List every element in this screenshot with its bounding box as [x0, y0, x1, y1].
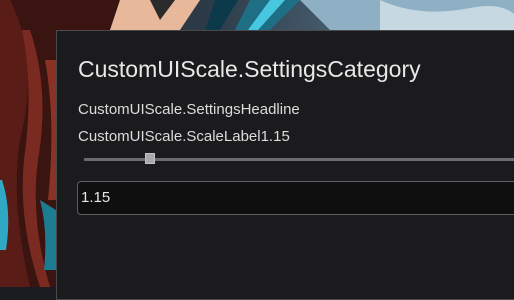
- scale-label: CustomUIScale.ScaleLabel1.15: [78, 128, 290, 145]
- ui-scale-slider[interactable]: [84, 152, 514, 166]
- settings-headline: CustomUIScale.SettingsHeadline: [78, 101, 300, 118]
- settings-panel: CustomUIScale.SettingsCategory CustomUIS…: [56, 30, 514, 300]
- ui-scale-input[interactable]: 1.15: [77, 181, 514, 215]
- slider-thumb[interactable]: [145, 153, 155, 164]
- settings-category-title: CustomUIScale.SettingsCategory: [78, 56, 421, 82]
